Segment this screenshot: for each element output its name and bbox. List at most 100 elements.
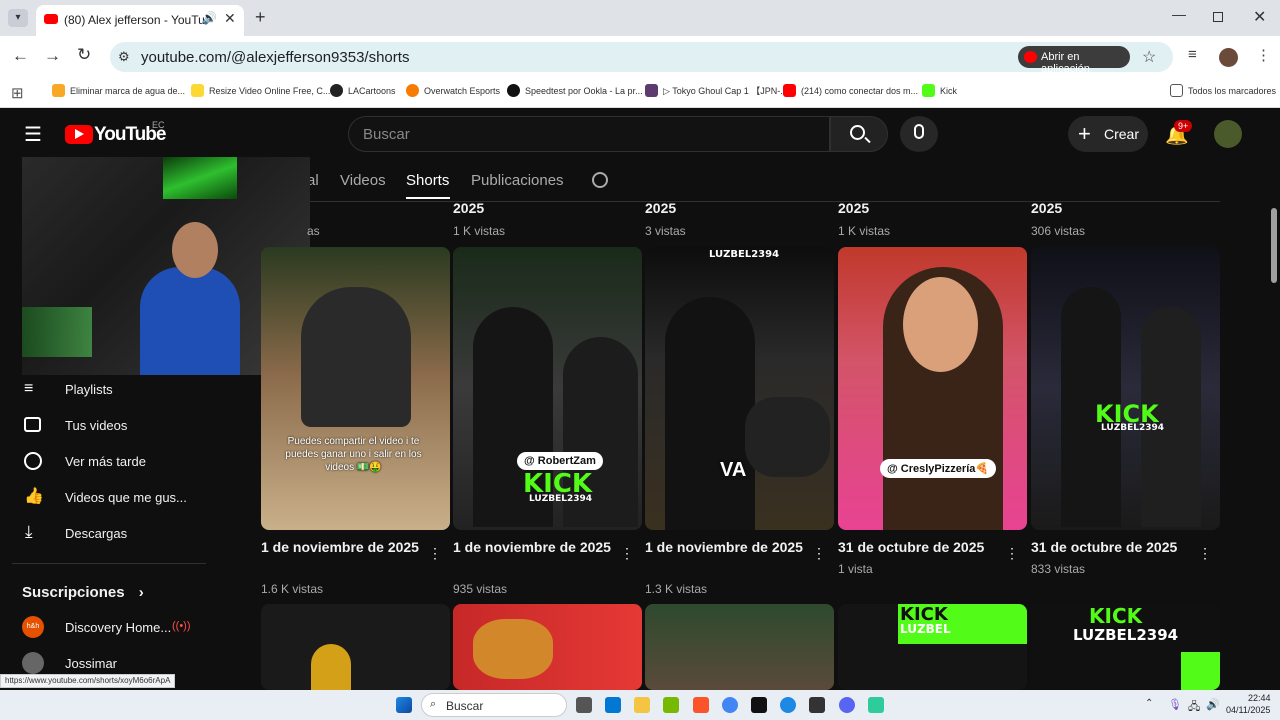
network-icon[interactable]: 🖧	[1188, 698, 1200, 717]
tab-videos[interactable]: Videos	[340, 172, 386, 189]
chrome-icon[interactable]	[722, 697, 738, 713]
all-bookmarks-label: Todos los marcadores	[1188, 85, 1277, 96]
short-title[interactable]: 1 de noviembre de 2025	[453, 538, 613, 557]
page-scrollbar[interactable]	[1270, 208, 1278, 690]
clock-time[interactable]: 22:44	[1248, 693, 1271, 703]
back-icon[interactable]: ←	[12, 46, 29, 66]
tab-shorts[interactable]: Shorts	[406, 172, 449, 189]
clock-date[interactable]: 04/11/2025	[1226, 705, 1270, 715]
short-title[interactable]: 2025	[453, 200, 484, 216]
short-thumbnail[interactable]: KICK LUZBEL2394	[1031, 247, 1220, 530]
short-thumbnail[interactable]: KICK LUZBEL	[838, 604, 1027, 690]
tiktok-icon[interactable]	[751, 697, 767, 713]
bookmark-item[interactable]: Overwatch Esports	[406, 84, 500, 97]
taskbar-search[interactable]: ⌕ Buscar	[421, 693, 567, 717]
app-icon[interactable]	[868, 697, 884, 713]
more-options-icon[interactable]: ⋮	[1005, 545, 1019, 562]
youtube-logo[interactable]: YouTube EC	[65, 120, 185, 148]
app-icon[interactable]	[780, 697, 796, 713]
short-title[interactable]: 31 de octubre de 2025	[1031, 538, 1201, 557]
subscription-label: Discovery Home...	[65, 620, 172, 635]
subscriptions-title: Suscripciones	[22, 584, 125, 601]
short-title[interactable]: 2025	[838, 200, 869, 216]
media-control-icon[interactable]: ≡	[1188, 46, 1197, 63]
bookmark-item[interactable]: Kick	[922, 84, 957, 97]
search-button[interactable]	[830, 116, 888, 152]
reload-icon[interactable]: ↻	[77, 45, 91, 65]
short-thumbnail[interactable]: KICK LUZBEL2394	[1031, 604, 1220, 690]
discord-icon[interactable]	[839, 697, 855, 713]
forward-icon[interactable]: →	[44, 46, 61, 66]
status-bar-url: https://www.youtube.com/shorts/xoyM6o6rA…	[0, 674, 176, 688]
youtube-app-icon	[1024, 51, 1037, 63]
webcam-head	[172, 222, 218, 278]
app-icon[interactable]	[809, 697, 825, 713]
tab-posts[interactable]: Publicaciones	[471, 172, 564, 189]
bookmark-favicon-icon	[191, 84, 204, 97]
url-text: youtube.com/@alexjefferson9353/shorts	[141, 49, 410, 66]
bookmark-item[interactable]: ▷ Tokyo Ghoul Cap 1 【JPN-...	[645, 84, 788, 97]
short-thumbnail[interactable]: @ RobertZam KICK LUZBEL2394	[453, 247, 642, 530]
menu-icon[interactable]: ⋮	[1256, 46, 1271, 64]
audio-playing-icon[interactable]: 🔊	[202, 11, 217, 25]
more-options-icon[interactable]: ⋮	[812, 545, 826, 562]
bookmark-item[interactable]: Eliminar marca de agua de...	[52, 84, 185, 97]
apps-grid-icon[interactable]: ⊞	[11, 84, 24, 102]
short-title[interactable]: 2025	[645, 200, 676, 216]
minimize-icon[interactable]: —	[1172, 6, 1186, 22]
scrollbar-thumb[interactable]	[1271, 208, 1277, 283]
windows-start-icon[interactable]	[396, 697, 412, 713]
open-in-app-label: Abrir en aplicación	[1041, 51, 1090, 75]
site-info-icon[interactable]: ⚙	[118, 49, 130, 65]
short-thumbnail[interactable]: LUZBEL2394 VA	[645, 247, 834, 530]
short-title[interactable]: 1 de noviembre de 2025	[261, 538, 421, 557]
file-explorer-icon[interactable]	[634, 697, 650, 713]
brave-icon[interactable]	[693, 697, 709, 713]
tray-chevron-icon[interactable]: ⌃	[1145, 698, 1153, 709]
task-view-icon[interactable]	[576, 697, 592, 713]
search-input[interactable]: Buscar	[348, 116, 830, 152]
short-views: 1.3 K vistas	[645, 582, 708, 596]
microphone-icon[interactable]: 🎙	[1168, 698, 1182, 711]
bookmark-item[interactable]: (214) como conectar dos m...	[783, 84, 918, 97]
all-bookmarks[interactable]: Todos los marcadores	[1170, 84, 1276, 97]
hamburger-menu-icon[interactable]: ☰	[24, 122, 42, 147]
volume-icon[interactable]: 🔊	[1206, 698, 1220, 711]
short-thumbnail[interactable]: @ CreslyPizzería🍕	[838, 247, 1027, 530]
close-window-icon[interactable]: ✕	[1253, 7, 1266, 27]
open-in-app-button[interactable]: Abrir en aplicación	[1018, 46, 1130, 75]
short-thumbnail[interactable]	[261, 604, 450, 690]
tab-search-button[interactable]: ▾	[8, 9, 28, 27]
short-thumbnail[interactable]	[645, 604, 834, 690]
maximize-icon[interactable]	[1213, 12, 1223, 22]
voice-search-button[interactable]	[900, 116, 938, 152]
subscriptions-heading[interactable]: Suscripciones ›	[22, 584, 144, 601]
short-title[interactable]: 31 de octubre de 2025	[838, 538, 1008, 557]
search-placeholder: Buscar	[363, 126, 410, 143]
create-button[interactable]: + Crear	[1068, 116, 1148, 152]
short-title[interactable]: 2025	[1031, 200, 1062, 216]
tab-title: (80) Alex jefferson - YouTube	[64, 13, 204, 27]
bookmark-item[interactable]: Resize Video Online Free, C...	[191, 84, 330, 97]
new-tab-button[interactable]: +	[255, 7, 266, 28]
short-thumbnail[interactable]	[453, 604, 642, 690]
channel-avatar	[22, 652, 44, 674]
more-options-icon[interactable]: ⋮	[1198, 545, 1212, 562]
account-avatar[interactable]	[1214, 120, 1242, 148]
more-options-icon[interactable]: ⋮	[428, 545, 442, 562]
more-options-icon[interactable]: ⋮	[620, 545, 634, 562]
bookmark-item[interactable]: Speedtest por Ookla - La pr...	[507, 84, 643, 97]
address-bar[interactable]: ⚙ youtube.com/@alexjefferson9353/shorts …	[110, 42, 1173, 75]
browser-tab[interactable]: (80) Alex jefferson - YouTube 🔊 ✕	[36, 5, 244, 36]
close-tab-icon[interactable]: ✕	[224, 10, 236, 27]
profile-avatar-icon[interactable]	[1219, 48, 1238, 67]
short-thumbnail[interactable]: Puedes compartir el video i te puedes ga…	[261, 247, 450, 530]
sidebar-item-label: Descargas	[65, 526, 128, 541]
channel-search-icon[interactable]	[592, 172, 608, 188]
bookmark-star-icon[interactable]: ☆	[1142, 47, 1156, 67]
bookmark-item[interactable]: LACartoons	[330, 84, 396, 97]
webcam-desk-light	[22, 307, 92, 357]
short-title[interactable]: 1 de noviembre de 2025	[645, 538, 805, 557]
nvidia-icon[interactable]	[663, 697, 679, 713]
store-icon[interactable]	[605, 697, 621, 713]
